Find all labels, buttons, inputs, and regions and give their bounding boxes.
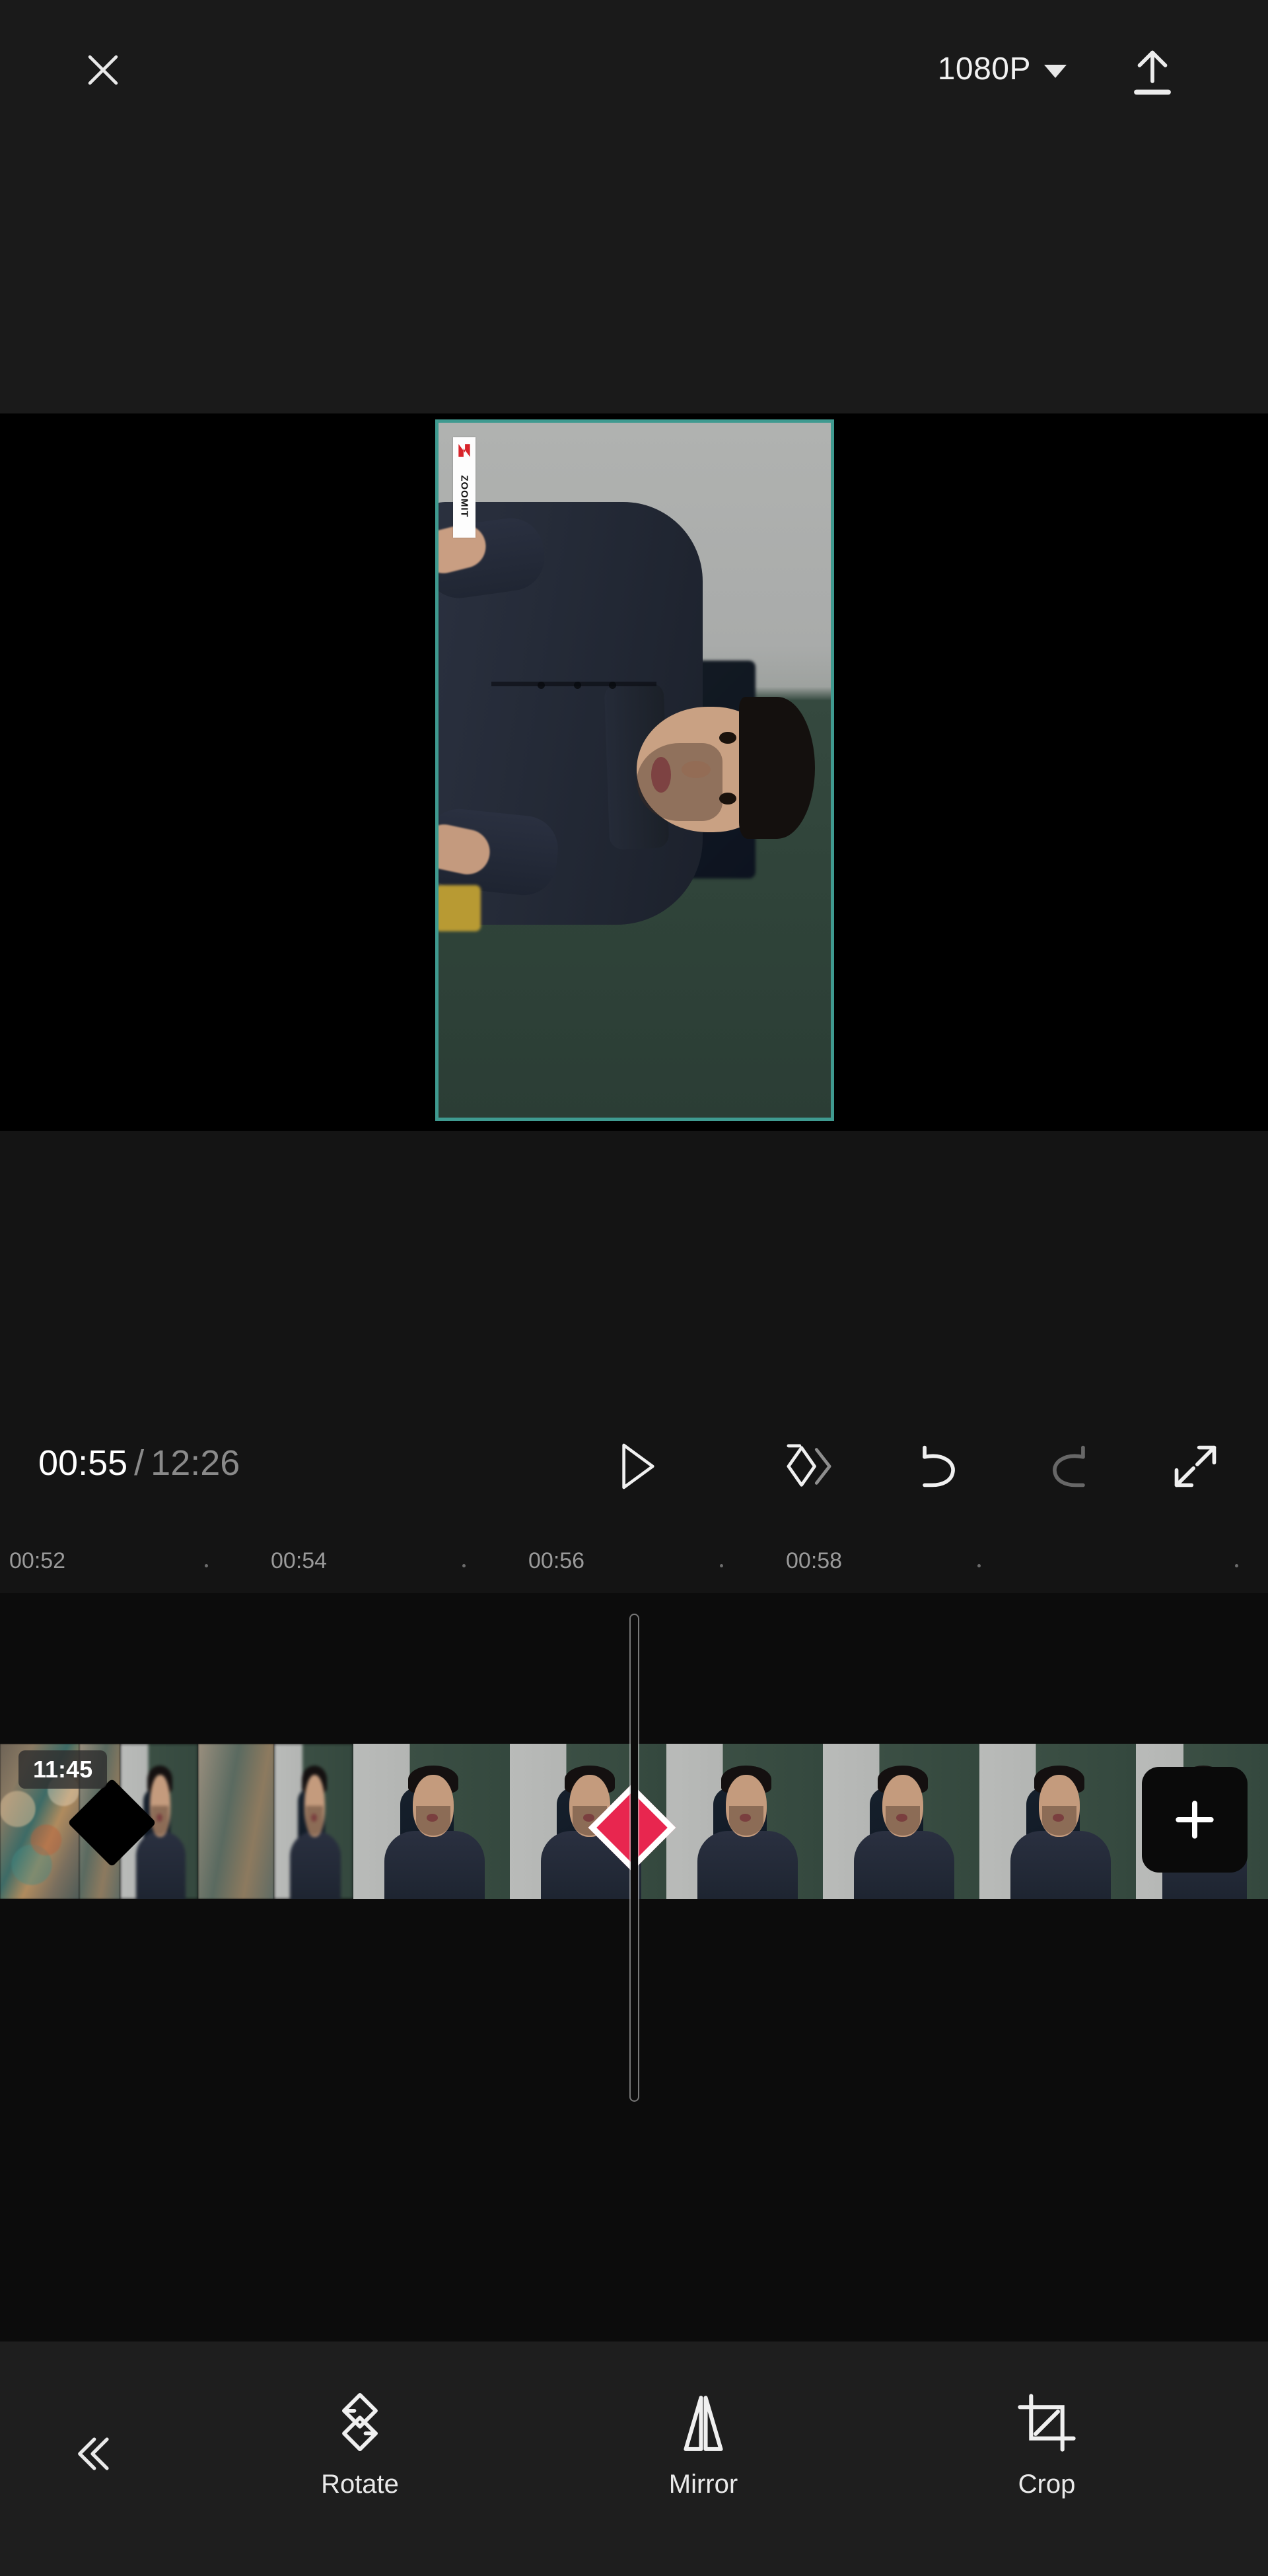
timeline-ruler[interactable]: 00:52 00:54 00:56 00:58 — [0, 1540, 1268, 1593]
close-button[interactable] — [71, 38, 135, 102]
upload-arrow-icon — [1129, 48, 1176, 99]
shirt-button — [574, 682, 581, 689]
video-frame-content: ZOOMIT — [439, 423, 831, 1118]
playhead[interactable] — [631, 1615, 638, 2100]
redo-button[interactable] — [1030, 1427, 1110, 1506]
ruler-tick — [205, 1564, 208, 1567]
ruler-tick — [720, 1564, 723, 1567]
timeline-thumbnail[interactable] — [666, 1744, 823, 1899]
collapse-toolbar-button[interactable] — [53, 2414, 132, 2493]
current-time: 00:55 — [38, 1443, 128, 1483]
bottom-toolbar: Rotate Mirror Crop — [0, 2342, 1268, 2576]
export-button[interactable] — [1116, 37, 1189, 110]
mirror-icon — [678, 2389, 729, 2454]
expand-icon — [1171, 1442, 1220, 1491]
total-duration: 12:26 — [151, 1443, 240, 1483]
play-button[interactable] — [598, 1427, 677, 1506]
top-bar: 1080P — [0, 0, 1268, 413]
timeline-thumbnail[interactable] — [823, 1744, 979, 1899]
mirror-tool-button[interactable]: Mirror — [617, 2389, 789, 2497]
clip-duration-badge: 11:45 — [18, 1750, 108, 1789]
add-clip-button[interactable] — [1142, 1767, 1248, 1873]
close-icon — [81, 48, 125, 92]
crop-icon — [1018, 2389, 1076, 2454]
shirt-button — [609, 682, 616, 689]
thumbnail-image — [353, 1744, 510, 1899]
keyframe-button[interactable] — [769, 1427, 849, 1506]
chevron-double-left-icon — [71, 2432, 114, 2476]
resolution-label: 1080P — [937, 52, 1031, 87]
play-icon — [616, 1441, 658, 1491]
subject-beard — [637, 743, 722, 821]
undo-button[interactable] — [898, 1427, 977, 1506]
ruler-tick — [1235, 1564, 1238, 1567]
video-preview-canvas[interactable]: ZOOMIT — [0, 413, 1268, 1131]
zoomit-watermark: ZOOMIT — [453, 437, 476, 538]
background-object — [439, 885, 481, 931]
ruler-tick — [977, 1564, 981, 1567]
timeline-thumbnail[interactable] — [353, 1744, 510, 1899]
ruler-label: 00:52 — [9, 1548, 66, 1573]
fullscreen-button[interactable] — [1156, 1427, 1235, 1506]
thumbnail-image — [274, 1744, 353, 1899]
timeline-thumbnail[interactable] — [198, 1744, 274, 1899]
mirror-tool-label: Mirror — [668, 2470, 738, 2499]
thumbnail-image — [198, 1744, 274, 1899]
zoomit-logo-icon — [453, 441, 476, 460]
keyframe-diamond-icon — [777, 1440, 841, 1493]
ruler-label: 00:54 — [271, 1548, 328, 1573]
ruler-label: 00:58 — [786, 1548, 843, 1573]
time-separator: / — [134, 1443, 145, 1483]
subject-nose — [682, 761, 711, 778]
time-display: 00:55/12:26 — [38, 1445, 240, 1481]
ruler-label: 00:56 — [528, 1548, 585, 1573]
redo-arrow-icon — [1045, 1441, 1094, 1491]
video-editor-screen: 1080P ZOOMIT 00:55 / 12:26 00:52 00:54 0… — [0, 0, 1268, 2576]
undo-arrow-icon — [913, 1441, 962, 1491]
crop-tool-button[interactable]: Crop — [961, 2389, 1133, 2497]
rotate-icon — [330, 2389, 390, 2454]
video-clip-frame[interactable]: ZOOMIT — [435, 419, 834, 1121]
subject-mouth — [651, 757, 671, 793]
timeline-thumbnail[interactable] — [979, 1744, 1136, 1899]
rotate-tool-button[interactable]: Rotate — [274, 2389, 446, 2497]
shirt-button — [538, 682, 545, 689]
rotate-tool-label: Rotate — [321, 2470, 399, 2499]
thumbnail-image — [823, 1744, 979, 1899]
thumbnail-image — [979, 1744, 1136, 1899]
crop-tool-label: Crop — [1018, 2470, 1076, 2499]
subject-eye — [719, 732, 736, 744]
plus-icon — [1170, 1795, 1219, 1844]
timeline-track-area[interactable]: 11:45 — [0, 1593, 1268, 2342]
chevron-down-icon — [1044, 65, 1067, 78]
timeline-thumbnail[interactable] — [274, 1744, 353, 1899]
subject-hair — [739, 697, 815, 839]
thumbnail-image — [666, 1744, 823, 1899]
resolution-selector[interactable]: 1080P — [938, 41, 1067, 98]
watermark-text: ZOOMIT — [458, 475, 470, 518]
subject-eye — [719, 793, 736, 805]
ruler-tick — [462, 1564, 466, 1567]
